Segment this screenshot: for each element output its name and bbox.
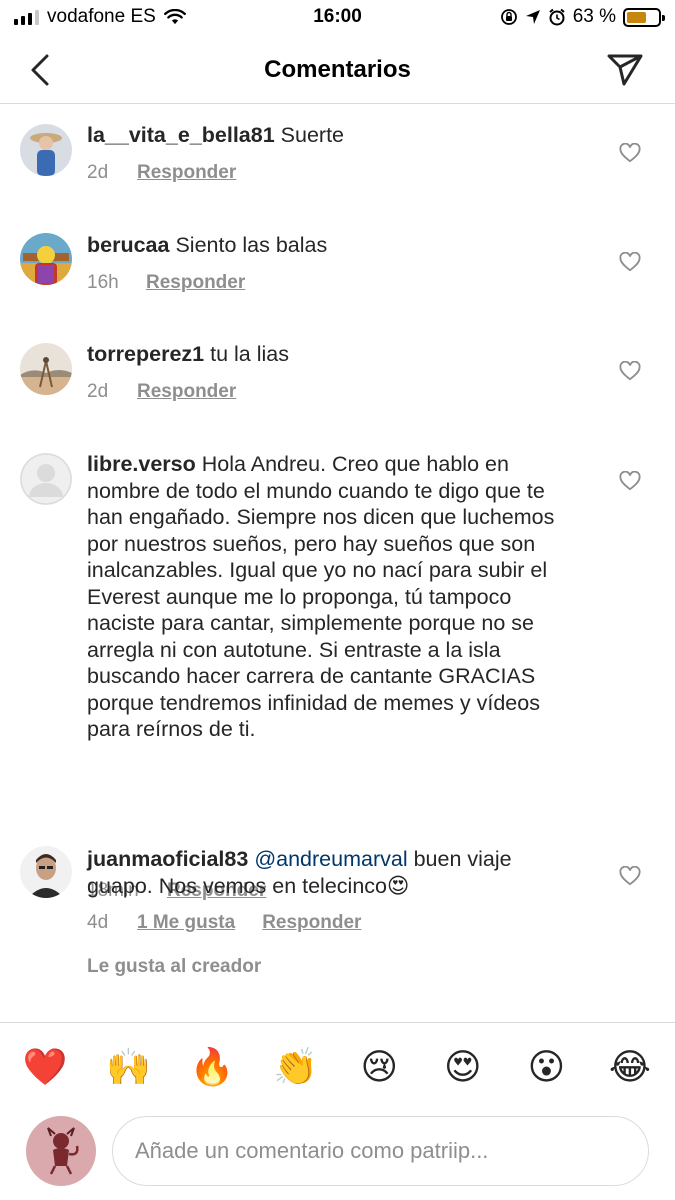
emoji-surprised-button[interactable]: 😮 [523,1044,569,1090]
comment-meta: 2d Responder [87,381,236,403]
status-right: 63 % [500,6,665,28]
alarm-icon [549,8,565,26]
status-bar: vodafone ES 16:00 63 % [0,0,675,36]
emoji-bar: ❤️ 🙌 🔥 👏 😢 😍 😮 😂 [0,1022,675,1110]
emoji-heart-eyes-button[interactable]: 😍 [440,1044,486,1090]
comment-text: torreperez1 tu la lias [87,341,577,368]
heart-icon[interactable] [619,361,641,381]
battery-fill [627,11,646,23]
creator-like-label[interactable]: Le gusta al creador [87,956,261,978]
heart-icon[interactable] [619,471,641,491]
comment-meta: 16h Responder [87,272,245,294]
comment-mention[interactable]: @andreumarval [254,847,407,871]
emoji-fire-button[interactable]: 🔥 [189,1044,235,1090]
comment-time: 2d [87,381,109,402]
reply-button[interactable]: Responder [137,162,236,184]
comment-message: tu la lias [210,342,289,366]
avatar[interactable] [20,453,72,505]
battery-icon [623,7,665,27]
share-button[interactable] [605,50,645,90]
location-icon [525,10,540,24]
comment-message: Suerte [280,123,345,147]
comment-time: 16h [87,272,119,293]
comment-input[interactable] [112,1116,649,1186]
reply-button[interactable]: Responder [146,272,245,294]
likes-button[interactable]: 1 Me gusta [137,912,235,934]
comment-username[interactable]: berucaa [87,233,169,257]
avatar[interactable] [26,1116,96,1186]
comment-time: 2d [87,162,109,183]
paper-plane-icon [607,54,643,86]
comment-text: la__vita_e_bella81 Suerte [87,122,577,149]
comment-text: juanmaoficial83 @andreumarval buen viaje… [87,846,577,899]
comment-meta: 4d 1 Me gusta Responder [87,912,361,934]
avatar[interactable] [20,124,72,176]
emoji-heart-button[interactable]: ❤️ [22,1044,68,1090]
comment-username[interactable]: juanmaoficial83 [87,847,248,871]
comment-message: Hola Andreu. Creo que hablo en nombre de… [87,452,555,741]
comment-message: Siento las balas [175,233,328,257]
comment-time: 4d [87,912,109,933]
emoji-clap-button[interactable]: 👏 [273,1044,319,1090]
emoji-crying-button[interactable]: 😢 [356,1044,402,1090]
devil-icon [47,1127,79,1175]
avatar[interactable] [20,846,72,898]
avatar[interactable] [20,233,72,285]
reply-button[interactable]: Responder [262,912,361,934]
battery-percent: 63 % [572,6,616,27]
heart-icon[interactable] [619,143,641,163]
reply-button[interactable]: Responder [137,381,236,403]
comment-username[interactable]: la__vita_e_bella81 [87,123,275,147]
comment-username[interactable]: torreperez1 [87,342,204,366]
heart-icon[interactable] [619,252,641,272]
page-title: Comentarios [264,56,411,83]
comment-text: berucaa Siento las balas [87,232,577,259]
header: Comentarios [0,36,675,104]
avatar[interactable] [20,343,72,395]
comment-composer [0,1110,675,1200]
comment-username[interactable]: libre.verso [87,452,196,476]
rotation-lock-icon [500,9,517,25]
comment-text: libre.verso Hola Andreu. Creo que hablo … [87,451,577,743]
heart-icon[interactable] [619,866,641,886]
comment-meta: 2d Responder [87,162,236,184]
emoji-raised-hands-button[interactable]: 🙌 [106,1044,152,1090]
emoji-laughing-button[interactable]: 😂 [607,1044,653,1090]
